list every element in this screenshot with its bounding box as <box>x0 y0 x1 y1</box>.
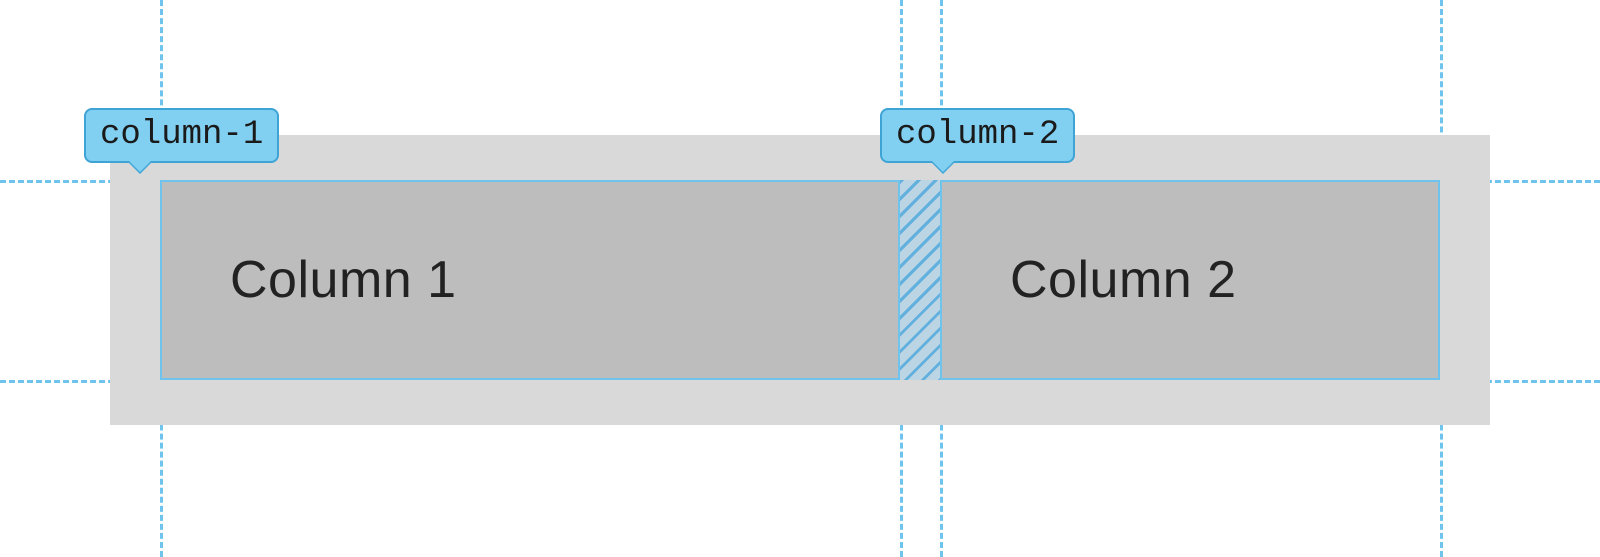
label-pointer-icon <box>932 161 954 172</box>
devtools-grid-overlay: Column 1 Column 2 column-1 column-2 <box>0 0 1600 557</box>
grid-area-label-column-2: column-2 <box>880 108 1075 163</box>
grid-area-label-column-1: column-1 <box>84 108 279 163</box>
column-2: Column 2 <box>940 180 1440 380</box>
grid-container: Column 1 Column 2 <box>110 135 1490 425</box>
column-1-text: Column 1 <box>230 250 457 310</box>
column-1: Column 1 <box>160 180 900 380</box>
grid-area-label-text: column-2 <box>896 116 1059 154</box>
grid-area-label-text: column-1 <box>100 116 263 154</box>
column-2-text: Column 2 <box>1010 250 1237 310</box>
label-pointer-icon <box>129 161 151 172</box>
